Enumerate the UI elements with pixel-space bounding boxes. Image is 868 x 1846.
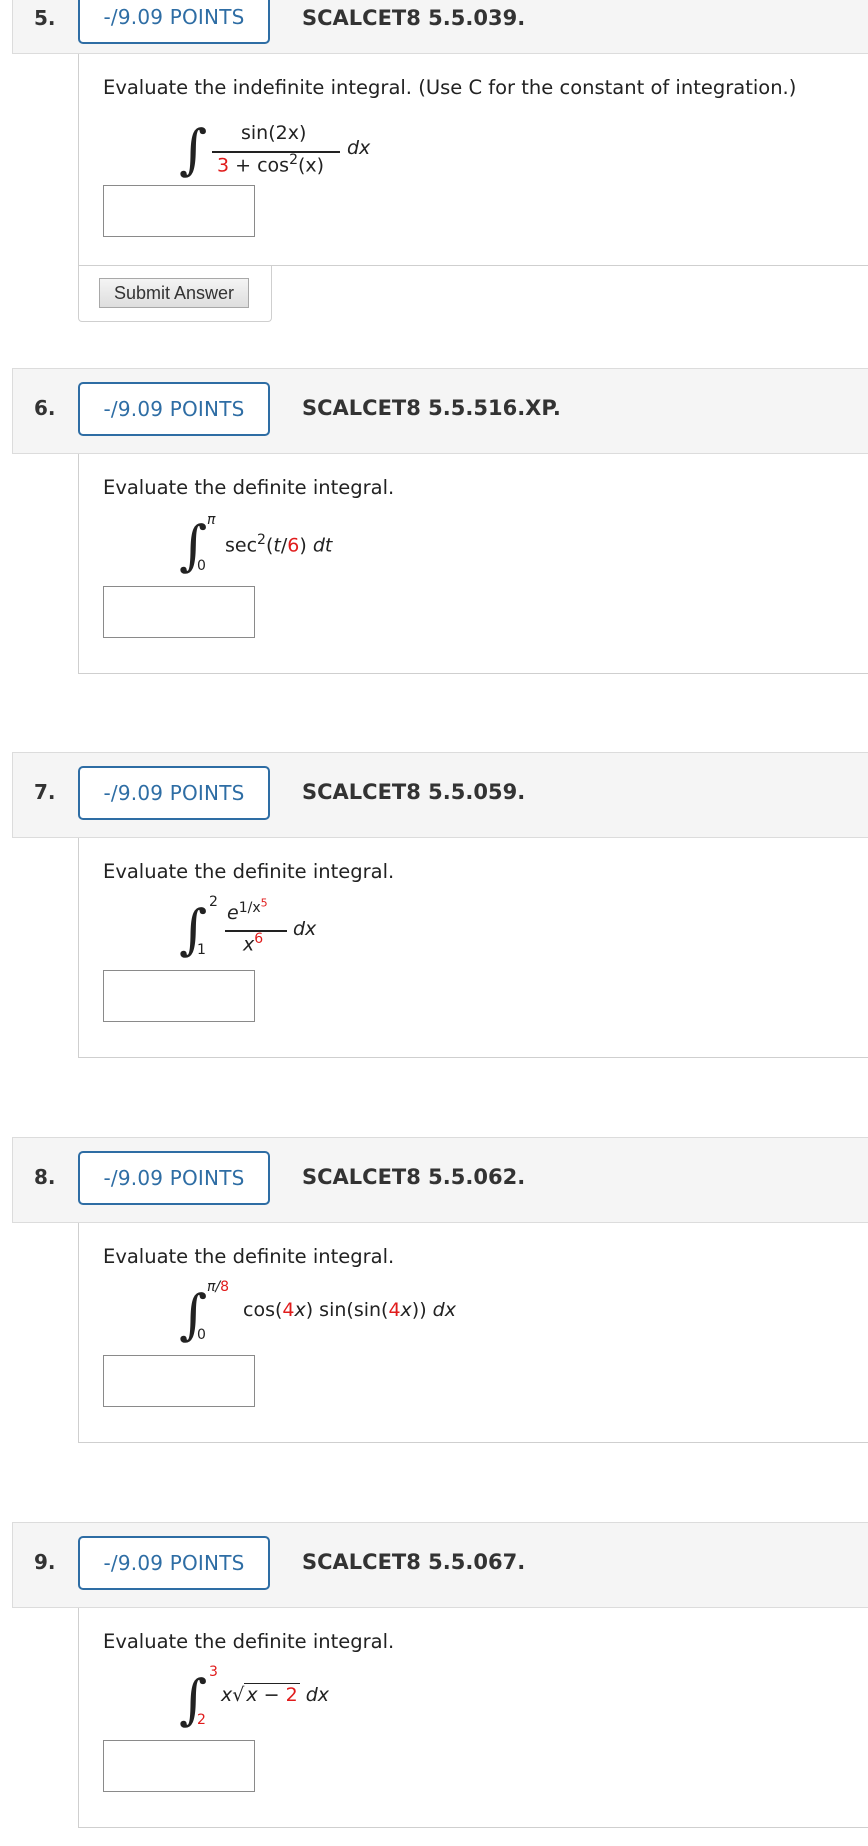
upper-limit: π <box>207 512 216 528</box>
integrand-numerator: e1/x5 <box>227 896 268 924</box>
sqrt-sign: √ <box>232 1684 245 1706</box>
question-body: Evaluate the indefinite integral. (Use C… <box>78 54 868 266</box>
integrand-denominator: 3 + cos2(x) <box>217 152 325 177</box>
differential: dx <box>347 137 371 159</box>
question-body: Evaluate the definite integral. ∫ 2 1 e1… <box>78 838 868 1058</box>
lower-limit: 2 <box>197 1712 206 1728</box>
answer-input[interactable] <box>103 185 255 237</box>
submit-answer-button[interactable]: Submit Answer <box>99 278 249 308</box>
integrand-denominator: x6 <box>243 931 264 956</box>
question-body: Evaluate the definite integral. ∫ π 0 se… <box>78 454 868 674</box>
question-code: SCALCET8 5.5.039. <box>302 6 526 30</box>
answer-input[interactable] <box>103 970 255 1022</box>
question-prompt: Evaluate the definite integral. <box>103 1630 395 1653</box>
lower-limit: 1 <box>197 942 206 958</box>
answer-input[interactable] <box>103 1740 255 1792</box>
question-code: SCALCET8 5.5.516.XP. <box>302 396 561 420</box>
integrand: cos(4x) sin(sin(4x)) dx <box>243 1299 456 1321</box>
question-body: Evaluate the definite integral. ∫ 3 2 x√… <box>78 1608 868 1828</box>
differential: dx <box>293 918 317 940</box>
question-number: 9. <box>34 1550 56 1574</box>
question-prompt: Evaluate the indefinite integral. (Use C… <box>103 76 797 99</box>
answer-input[interactable] <box>103 586 255 638</box>
question-code: SCALCET8 5.5.059. <box>302 780 526 804</box>
question-code: SCALCET8 5.5.067. <box>302 1550 526 1574</box>
points-button[interactable]: -/9.09 POINTS <box>78 1536 270 1590</box>
upper-limit: 2 <box>209 894 218 910</box>
question-prompt: Evaluate the definite integral. <box>103 1245 395 1268</box>
points-button[interactable]: -/9.09 POINTS <box>78 766 270 820</box>
upper-limit: 3 <box>209 1664 218 1680</box>
question-number: 5. <box>34 6 56 30</box>
upper-limit: π/8 <box>207 1279 230 1295</box>
points-button[interactable]: -/9.09 POINTS <box>78 0 270 44</box>
question-code: SCALCET8 5.5.062. <box>302 1165 526 1189</box>
answer-input[interactable] <box>103 1355 255 1407</box>
lower-limit: 0 <box>197 558 206 574</box>
lower-limit: 0 <box>197 1327 206 1343</box>
points-button[interactable]: -/9.09 POINTS <box>78 1151 270 1205</box>
points-button[interactable]: -/9.09 POINTS <box>78 382 270 436</box>
submit-area: Submit Answer <box>78 266 272 322</box>
integrand-numerator: sin(2x) <box>241 122 307 144</box>
integrand: sec2(t/6) dt <box>225 532 333 557</box>
question-number: 7. <box>34 780 56 804</box>
question-prompt: Evaluate the definite integral. <box>103 476 395 499</box>
question-body: Evaluate the definite integral. ∫ π/8 0 … <box>78 1223 868 1443</box>
question-number: 8. <box>34 1165 56 1189</box>
question-number: 6. <box>34 396 56 420</box>
integral-sign: ∫ <box>179 118 208 181</box>
integrand: x√ x − 2 dx <box>221 1683 330 1706</box>
question-prompt: Evaluate the definite integral. <box>103 860 395 883</box>
